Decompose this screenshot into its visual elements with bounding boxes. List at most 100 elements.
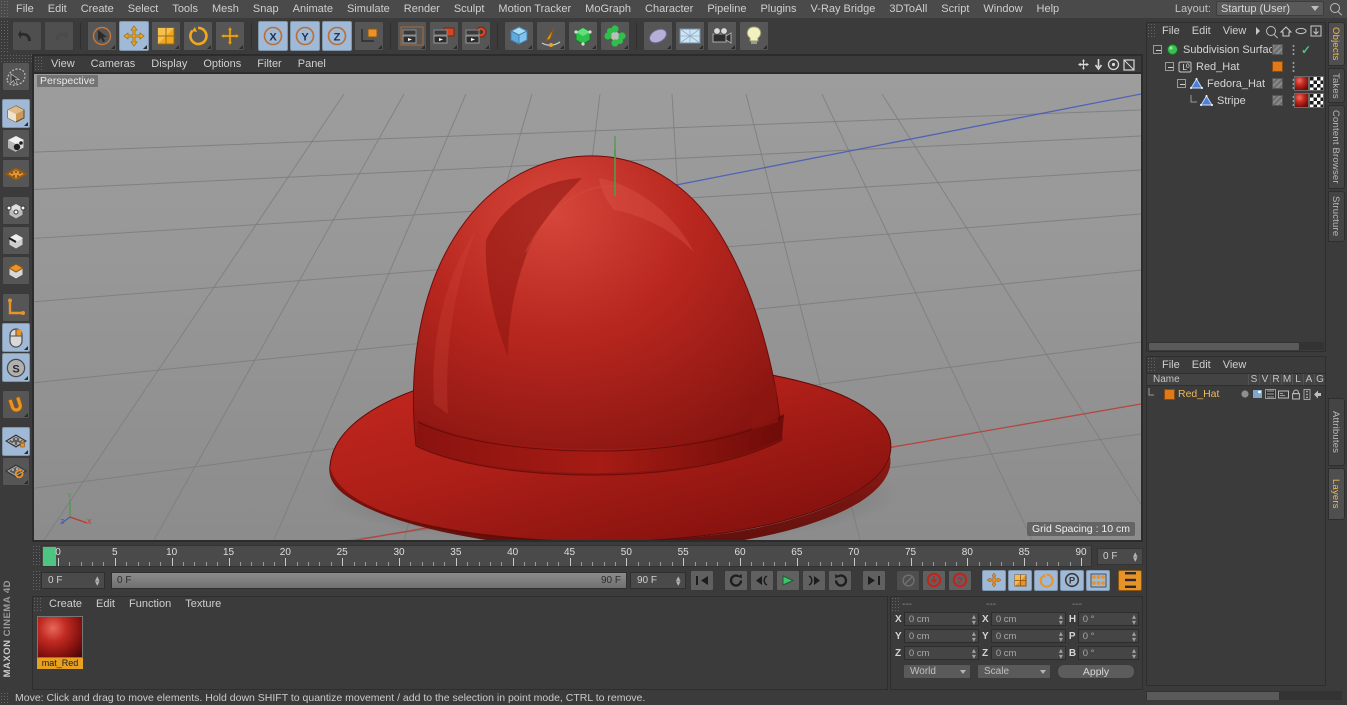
object-visibility-tag[interactable] xyxy=(1272,78,1283,89)
toolbar-grip[interactable] xyxy=(0,20,9,52)
expand-collapse-icon[interactable] xyxy=(1153,45,1162,54)
material-menu-create[interactable]: Create xyxy=(42,597,89,612)
preview-range-bar[interactable]: 0 F 90 F xyxy=(111,571,627,589)
stepper-icon[interactable]: ▴ ▾ xyxy=(972,647,976,661)
material-tag-icon[interactable] xyxy=(1294,93,1309,108)
render-icon[interactable] xyxy=(1265,389,1276,399)
stepper-icon[interactable]: ▴ ▾ xyxy=(1132,647,1136,661)
viewport-grip[interactable] xyxy=(34,56,43,72)
maximize-viewport-icon[interactable] xyxy=(1123,58,1135,71)
menu-item-simulate[interactable]: Simulate xyxy=(340,0,397,18)
rotate-tool-button[interactable] xyxy=(183,21,213,51)
object-axis-mode-button[interactable] xyxy=(2,129,30,158)
solo-dot-icon[interactable] xyxy=(1240,389,1250,399)
generator-icon[interactable] xyxy=(1313,389,1322,400)
menu-item-motion-tracker[interactable]: Motion Tracker xyxy=(491,0,578,18)
object-dots-icon[interactable] xyxy=(1292,44,1295,55)
add-environment-button[interactable] xyxy=(675,21,705,51)
object-menu-view[interactable]: View xyxy=(1217,23,1253,39)
layer-color-swatch[interactable] xyxy=(1164,388,1175,400)
stepper-icon-3[interactable]: ▴ ▾ xyxy=(676,573,682,587)
menu-item-select[interactable]: Select xyxy=(121,0,166,18)
position-key-button[interactable] xyxy=(982,569,1006,591)
tab-structure[interactable]: Structure xyxy=(1328,191,1345,242)
material-tag-icon[interactable] xyxy=(1294,76,1309,91)
layout-dropdown[interactable]: Startup (User) xyxy=(1216,1,1324,16)
select-tool-button[interactable] xyxy=(87,21,117,51)
enable-axis-button[interactable] xyxy=(2,293,30,322)
texture-tag-icon[interactable] xyxy=(1309,76,1324,91)
tab-takes[interactable]: Takes xyxy=(1328,67,1345,104)
timeline-frame-field[interactable]: 0 F ▴ ▾ xyxy=(1097,547,1143,565)
stepper-icon[interactable]: ▴ ▾ xyxy=(1133,549,1139,563)
material-manager-grip[interactable] xyxy=(33,597,42,612)
column-header-l[interactable]: L xyxy=(1292,374,1303,385)
object-manager-hscrollbar[interactable] xyxy=(1148,342,1324,350)
next-key-button[interactable] xyxy=(802,569,826,591)
column-header-v[interactable]: V xyxy=(1259,374,1270,385)
viewport-solo-button[interactable] xyxy=(2,323,30,352)
menu-item-render[interactable]: Render xyxy=(397,0,447,18)
layer-menu-file[interactable]: File xyxy=(1156,357,1186,373)
menu-item-mograph[interactable]: MoGraph xyxy=(578,0,638,18)
add-camera-button[interactable] xyxy=(707,21,737,51)
animation-icon[interactable] xyxy=(1303,388,1311,400)
menu-item-edit[interactable]: Edit xyxy=(41,0,74,18)
collapse-icon[interactable] xyxy=(1295,27,1307,35)
object-search-icon[interactable] xyxy=(1265,25,1277,37)
pan-icon[interactable] xyxy=(1077,58,1090,71)
scrollbar-thumb[interactable] xyxy=(1149,342,1299,350)
add-spline-button[interactable] xyxy=(536,21,566,51)
material-item[interactable]: mat_Red xyxy=(37,616,83,669)
coord-field-b-rotation[interactable]: 0 ° ▴ ▾ xyxy=(1077,646,1139,661)
scale-key-button[interactable] xyxy=(1008,569,1032,591)
column-header-g[interactable]: G xyxy=(1314,374,1325,385)
edge-mode-button[interactable] xyxy=(2,226,30,255)
chevron-right-icon[interactable] xyxy=(1254,26,1262,36)
y-axis-lock-button[interactable]: Y xyxy=(290,21,320,51)
add-generator-button[interactable] xyxy=(568,21,598,51)
coord-field-x-size[interactable]: 0 cm ▴ ▾ xyxy=(990,612,1066,627)
menu-item-3dtoall[interactable]: 3DToAll xyxy=(882,0,934,18)
bottom-horizontal-scrollbar[interactable] xyxy=(1146,691,1342,700)
add-light-button[interactable] xyxy=(739,21,769,51)
material-menu-texture[interactable]: Texture xyxy=(178,597,228,612)
stepper-icon[interactable]: ▴ ▾ xyxy=(1132,630,1136,644)
timeline-toggle-button[interactable] xyxy=(1118,569,1142,591)
model-mode-button[interactable] xyxy=(2,99,30,128)
soft-selection-button[interactable]: S xyxy=(2,353,30,382)
stepper-icon[interactable]: ▴ ▾ xyxy=(1132,613,1136,627)
menu-item-animate[interactable]: Animate xyxy=(286,0,340,18)
menu-item-sculpt[interactable]: Sculpt xyxy=(447,0,492,18)
object-layer-color-swatch[interactable] xyxy=(1272,61,1283,72)
coord-field-y-position[interactable]: 0 cm ▴ ▾ xyxy=(903,629,979,644)
layer-menu-edit[interactable]: Edit xyxy=(1186,357,1217,373)
object-visibility-tag[interactable] xyxy=(1272,44,1283,55)
material-preview-sphere[interactable] xyxy=(37,616,83,658)
timeline-playhead[interactable] xyxy=(43,547,56,566)
menu-item-snap[interactable]: Snap xyxy=(246,0,286,18)
record-disabled-button[interactable] xyxy=(896,569,920,591)
point-mode-button[interactable] xyxy=(2,196,30,225)
expand-collapse-icon[interactable] xyxy=(1177,79,1186,88)
menu-item-character[interactable]: Character xyxy=(638,0,700,18)
polygon-mode-button[interactable] xyxy=(2,256,30,285)
tab-attributes[interactable]: Attributes xyxy=(1328,398,1345,467)
stepper-icon-2[interactable]: ▴ ▾ xyxy=(95,573,101,587)
apply-button[interactable]: Apply xyxy=(1057,664,1135,679)
rotation-key-button[interactable] xyxy=(1034,569,1058,591)
viewport-menu-panel[interactable]: Panel xyxy=(290,56,334,72)
object-row-stripe[interactable]: Stripe xyxy=(1147,92,1325,109)
snap-magnet-button[interactable] xyxy=(2,390,30,419)
object-enabled-check-icon[interactable]: ✓ xyxy=(1301,43,1311,57)
material-menu-function[interactable]: Function xyxy=(122,597,178,612)
play-backwards-loop-button[interactable] xyxy=(724,569,748,591)
current-frame-field[interactable]: 0 F ▴ ▾ xyxy=(41,571,105,589)
object-row-fedora-hat[interactable]: Fedora_Hat xyxy=(1147,75,1325,92)
tab-content-browser[interactable]: Content Browser xyxy=(1328,105,1345,190)
render-view-button[interactable] xyxy=(397,21,427,51)
layer-manager-grip[interactable] xyxy=(1147,357,1156,373)
material-menu-edit[interactable]: Edit xyxy=(89,597,122,612)
coord-field-z-position[interactable]: 0 cm ▴ ▾ xyxy=(903,646,979,661)
coordinate-system-dropdown[interactable]: World xyxy=(903,664,971,679)
